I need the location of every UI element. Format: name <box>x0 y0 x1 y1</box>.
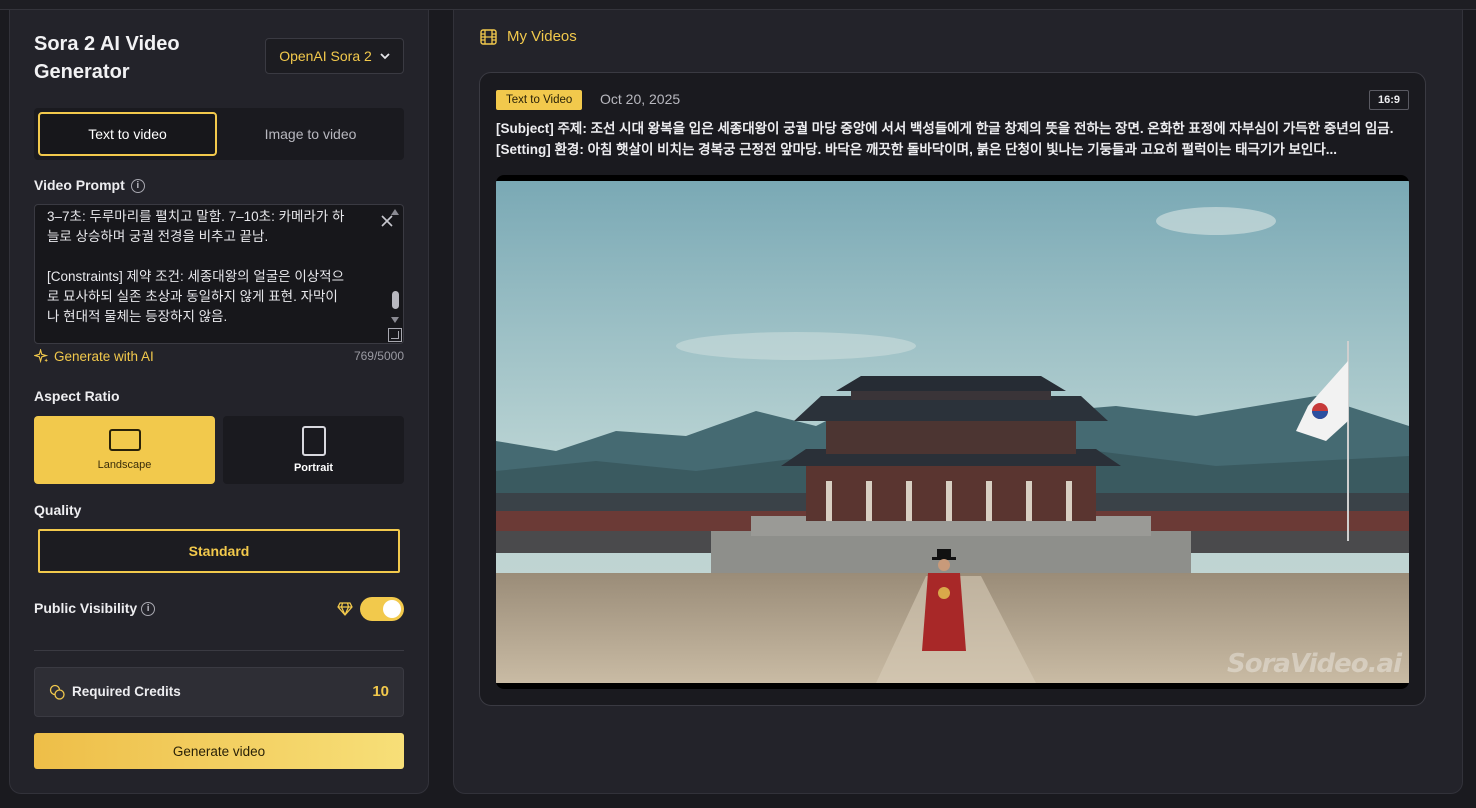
generate-with-ai-label: Generate with AI <box>54 349 154 364</box>
char-count: 769/5000 <box>353 349 404 363</box>
required-credits: Required Credits 10 <box>34 667 404 717</box>
video-type-badge: Text to Video <box>496 90 583 110</box>
aspect-portrait-label: Portrait <box>293 462 334 474</box>
portrait-icon <box>301 426 326 456</box>
scrollbar-thumb[interactable] <box>392 291 399 309</box>
page-title: Sora 2 AI Video Generator <box>34 33 180 83</box>
mode-tabs: Text to video Image to video <box>34 108 404 160</box>
generate-with-ai-button[interactable]: Generate with AI <box>34 349 154 364</box>
public-visibility-toggle[interactable] <box>360 597 404 621</box>
sparkle-icon <box>34 349 49 364</box>
model-selector[interactable]: OpenAI Sora 2 <box>265 38 404 74</box>
divider <box>34 650 404 651</box>
aspect-ratio-label: Aspect Ratio <box>34 388 120 404</box>
scroll-down-arrow[interactable] <box>391 317 399 323</box>
generator-panel: Sora 2 AI Video Generator OpenAI Sora 2 … <box>9 10 429 794</box>
info-icon[interactable]: i <box>141 602 156 617</box>
my-videos-title: My Videos <box>507 28 577 45</box>
prompt-text: 3–7초: 두루마리를 펼치고 말함. 7–10초: 카메라가 하늘로 상승하며… <box>47 209 345 324</box>
toggle-knob <box>383 600 401 618</box>
film-icon <box>480 28 497 45</box>
quality-standard-button[interactable]: Standard <box>38 529 400 573</box>
my-videos-panel: My Videos Text to Video Oct 20, 2025 16:… <box>453 10 1463 794</box>
top-bar <box>0 0 1476 10</box>
public-visibility-label-text: Public Visibility <box>34 600 138 616</box>
required-credits-value: 10 <box>372 683 389 700</box>
video-watermark: SoraVideo.ai <box>1227 649 1402 679</box>
scroll-up-arrow[interactable] <box>391 209 399 215</box>
chevron-down-icon <box>380 52 390 59</box>
video-date: Oct 20, 2025 <box>600 91 681 107</box>
tab-image-to-video[interactable]: Image to video <box>221 112 400 156</box>
generate-video-button[interactable]: Generate video <box>34 733 404 769</box>
aspect-landscape-button[interactable]: Landscape <box>34 416 215 484</box>
landscape-icon <box>108 429 141 451</box>
info-icon[interactable]: i <box>130 179 145 194</box>
video-ratio-badge: 16:9 <box>1368 90 1409 110</box>
resize-handle[interactable] <box>388 328 402 342</box>
video-player[interactable]: SoraVideo.ai <box>496 175 1409 689</box>
aspect-landscape-label: Landscape <box>97 459 152 471</box>
video-description: [Subject] 주제: 조선 시대 왕복을 입은 세종대왕이 궁궐 마당 중… <box>496 121 1394 157</box>
close-icon[interactable] <box>381 215 393 227</box>
coins-icon <box>49 684 65 700</box>
diamond-icon <box>337 602 353 616</box>
quality-label: Quality <box>34 502 82 518</box>
video-frame-image <box>496 181 1409 683</box>
aspect-portrait-button[interactable]: Portrait <box>223 416 404 484</box>
public-visibility-label: Public Visibility i <box>34 600 156 617</box>
required-credits-label: Required Credits <box>72 684 181 699</box>
tab-text-to-video[interactable]: Text to video <box>38 112 217 156</box>
video-prompt-label-text: Video Prompt <box>34 177 125 193</box>
prompt-textarea[interactable]: 3–7초: 두루마리를 펼치고 말함. 7–10초: 카메라가 하늘로 상승하며… <box>34 204 404 344</box>
my-videos-header: My Videos <box>480 28 577 45</box>
model-selector-label: OpenAI Sora 2 <box>279 48 372 64</box>
video-card[interactable]: Text to Video Oct 20, 2025 16:9 [Subject… <box>479 72 1426 706</box>
video-prompt-label: Video Prompt i <box>34 177 145 194</box>
